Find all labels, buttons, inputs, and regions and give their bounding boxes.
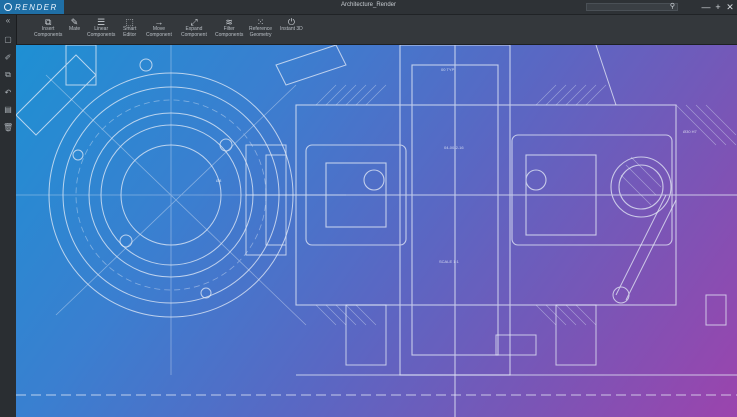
- tool-label: Instant 3D: [280, 26, 303, 32]
- layers-icon[interactable]: ⧉: [3, 70, 13, 80]
- svg-text:SCALE 1:1: SCALE 1:1: [439, 259, 460, 264]
- minimize-button[interactable]: —: [701, 1, 711, 13]
- tool-label: Reference Geometry: [249, 26, 273, 38]
- tool-label: Mate: [69, 26, 81, 32]
- tool-label: Insert Components: [34, 26, 63, 38]
- blueprint-drawing: 00 TYP 04-00-2-16 SCALE 1:1 Ø30 H7 Ø8: [16, 45, 737, 417]
- svg-text:Ø30 H7: Ø30 H7: [683, 129, 698, 134]
- tool-label: Move Component: [146, 26, 172, 38]
- search-icon[interactable]: ⚲: [670, 3, 675, 11]
- filter-components-button[interactable]: ≋ Filter Components: [215, 17, 243, 38]
- tool-label: Filter Components: [215, 26, 244, 38]
- document-icon[interactable]: ▤: [3, 105, 13, 114]
- linear-components-button[interactable]: ☰ Linear Components: [87, 17, 115, 38]
- trash-icon[interactable]: 🗑: [3, 123, 13, 132]
- command-toolbar: ⧉ Insert Components ✎ Mate ☰ Linear Comp…: [0, 15, 737, 45]
- close-button[interactable]: ✕: [725, 1, 735, 13]
- edit-icon[interactable]: ✐: [3, 53, 13, 62]
- svg-text:Ø8: Ø8: [216, 178, 222, 183]
- collapse-icon[interactable]: «: [3, 16, 13, 25]
- svg-text:00 TYP: 00 TYP: [441, 67, 455, 72]
- instant-3d-button[interactable]: ⏻ Instant 3D: [280, 17, 303, 33]
- reference-geometry-button[interactable]: ⁙ Reference Geometry: [249, 17, 272, 38]
- search-input[interactable]: ⚲: [586, 3, 678, 11]
- mate-button[interactable]: ✎ Mate: [69, 17, 80, 33]
- tool-label: Expand Component: [181, 26, 207, 38]
- expand-component-button[interactable]: ⤢ Expand Component: [181, 17, 207, 38]
- blueprint-canvas[interactable]: 00 TYP 04-00-2-16 SCALE 1:1 Ø30 H7 Ø8: [16, 45, 737, 417]
- left-tool-rail: « ▢ ✐ ⧉ ↶ ▤ 🗑: [0, 15, 17, 417]
- move-component-button[interactable]: → Move Component: [146, 17, 172, 38]
- maximize-button[interactable]: +: [713, 1, 723, 13]
- svg-text:04-00-2-16: 04-00-2-16: [444, 145, 464, 150]
- undo-icon[interactable]: ↶: [3, 88, 13, 97]
- smart-editor-button[interactable]: ⬚ Smart Editor: [123, 17, 136, 38]
- tool-label: Linear Components: [87, 26, 116, 38]
- select-box-icon[interactable]: ▢: [3, 35, 13, 44]
- tool-label: Smart Editor: [123, 26, 137, 38]
- title-bar: RENDER Architecture_Render ⚲ — + ✕: [0, 0, 737, 15]
- insert-components-button[interactable]: ⧉ Insert Components: [34, 17, 62, 38]
